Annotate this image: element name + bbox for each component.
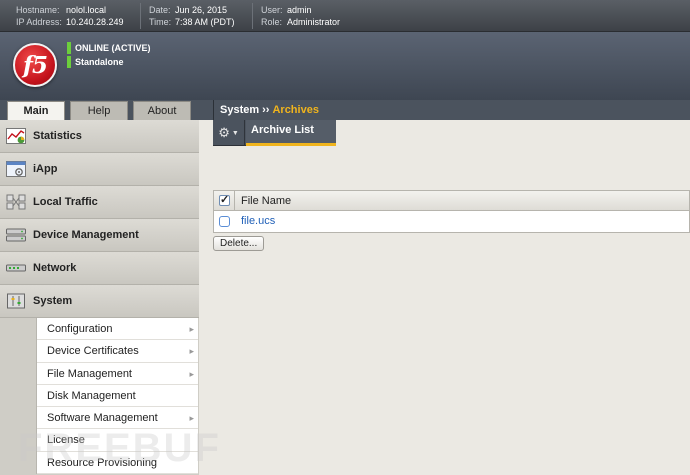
role-label: Role:	[261, 17, 283, 27]
banner: f5 ONLINE (ACTIVE) Standalone	[0, 32, 690, 100]
sidebar-item-label: Network	[33, 262, 77, 274]
ip-value: 10.240.28.249	[66, 17, 124, 27]
role-value: Administrator	[287, 17, 341, 27]
statistics-chart-icon	[6, 128, 26, 144]
sidebar-item-system[interactable]: System	[0, 285, 199, 318]
user-info: User: admin Role: Administrator	[261, 4, 340, 28]
table-header: File Name	[214, 191, 689, 211]
tab-main[interactable]: Main	[7, 101, 65, 120]
system-info-bar: Hostname: nolol.local IP Address: 10.240.2…	[0, 0, 690, 32]
main-tabs: Main Help About	[0, 100, 213, 120]
submenu-item-label: Device Certificates	[47, 345, 139, 358]
f5-logo[interactable]: f5	[13, 43, 57, 87]
select-all-checkbox[interactable]	[219, 193, 230, 206]
hostname-value: nolol.local	[66, 5, 107, 15]
sidebar-item-iapp[interactable]: iApp	[0, 153, 199, 186]
delete-button[interactable]: Delete...	[213, 236, 265, 251]
column-header-file-name[interactable]: File Name	[241, 191, 291, 211]
sidebar-item-label: Device Management	[33, 229, 139, 241]
row-checkbox[interactable]	[219, 216, 230, 227]
local-traffic-icon	[6, 194, 26, 210]
archive-file-link[interactable]: file.ucs	[241, 211, 275, 232]
tab-about[interactable]: About	[133, 101, 191, 120]
archive-table: File Name file.ucs	[213, 190, 690, 233]
submenu-item-disk-management[interactable]: Disk Management	[37, 385, 198, 408]
content-toolbar: ⚙ ▼ Archive List	[213, 120, 336, 146]
time-value: 7:38 AM (PDT)	[175, 17, 235, 27]
user-value: admin	[287, 5, 312, 15]
network-icon	[6, 264, 26, 272]
submenu-item-label: Disk Management	[47, 389, 136, 402]
sidebar-item-network[interactable]: Network	[0, 252, 199, 285]
time-label: Time:	[149, 17, 172, 27]
sidebar-item-local-traffic[interactable]: Local Traffic	[0, 186, 199, 219]
system-icon	[7, 293, 25, 309]
sidebar-item-label: System	[33, 295, 73, 307]
gear-menu-button[interactable]: ⚙ ▼	[213, 120, 245, 146]
sidebar-item-device-management[interactable]: Device Management	[0, 219, 199, 252]
info-separator	[140, 3, 141, 29]
sidebar-item-label: iApp	[33, 163, 58, 175]
submenu-item-device-certificates[interactable]: Device Certificates ▸	[37, 340, 198, 363]
datetime-info: Date: Jun 26, 2015 Time: 7:38 AM (PDT)	[149, 4, 235, 28]
submenu-item-license[interactable]: License	[37, 429, 198, 452]
submenu-item-configuration[interactable]: Configuration ▸	[37, 318, 198, 341]
sidebar-item-label: Statistics	[33, 130, 82, 142]
chevron-right-icon: ▸	[189, 324, 194, 334]
submenu-item-label: File Management	[47, 367, 132, 380]
breadcrumb: System ›› Archives	[213, 100, 690, 120]
tab-archive-list[interactable]: Archive List	[246, 120, 336, 146]
gear-icon: ⚙	[218, 125, 230, 140]
submenu-item-resource-provisioning[interactable]: Resource Provisioning	[37, 452, 198, 475]
system-submenu: Configuration ▸ Device Certificates ▸ File…	[36, 318, 198, 475]
submenu-item-label: Software Management	[47, 412, 158, 425]
device-management-icon	[6, 228, 26, 242]
submenu-item-software-management[interactable]: Software Management ▸	[37, 407, 198, 430]
date-label: Date:	[149, 5, 171, 15]
ip-label: IP Address:	[16, 17, 62, 27]
device-mode: Standalone	[67, 56, 124, 68]
hostname-label: Hostname:	[16, 5, 60, 15]
chevron-right-icon: ▸	[189, 413, 194, 424]
main-content: ⚙▼ Archive List File Name file.ucs Delet…	[199, 120, 690, 475]
breadcrumb-separator: ››	[262, 104, 270, 116]
date-value: Jun 26, 2015	[175, 5, 228, 15]
breadcrumb-current: Archives	[272, 104, 319, 116]
system-submenu-panel: Configuration ▸ Device Certificates ▸ File…	[0, 318, 199, 475]
tab-help[interactable]: Help	[70, 101, 128, 120]
chevron-right-icon: ▸	[189, 346, 194, 357]
sidebar-item-label: Local Traffic	[33, 196, 98, 208]
sidebar-item-statistics[interactable]: Statistics	[0, 120, 199, 153]
caret-down-icon: ▼	[231, 129, 239, 137]
info-separator	[252, 3, 253, 29]
breadcrumb-parent[interactable]: System	[220, 104, 259, 116]
iapp-icon	[6, 161, 26, 177]
chevron-right-icon: ▸	[189, 368, 194, 379]
table-row: file.ucs	[214, 211, 689, 232]
submenu-item-label: License	[47, 434, 85, 447]
host-info: Hostname: nolol.local IP Address: 10.240.2…	[16, 4, 124, 28]
submenu-item-file-management[interactable]: File Management ▸	[37, 363, 198, 385]
submenu-item-label: Configuration	[47, 323, 113, 335]
sidebar-nav: Statistics iApp Local Traffic Device Man…	[0, 120, 199, 475]
user-label: User:	[261, 5, 283, 15]
submenu-item-label: Resource Provisioning	[47, 456, 158, 469]
device-status: ONLINE (ACTIVE)	[67, 42, 151, 54]
select-all-cell	[214, 191, 235, 211]
